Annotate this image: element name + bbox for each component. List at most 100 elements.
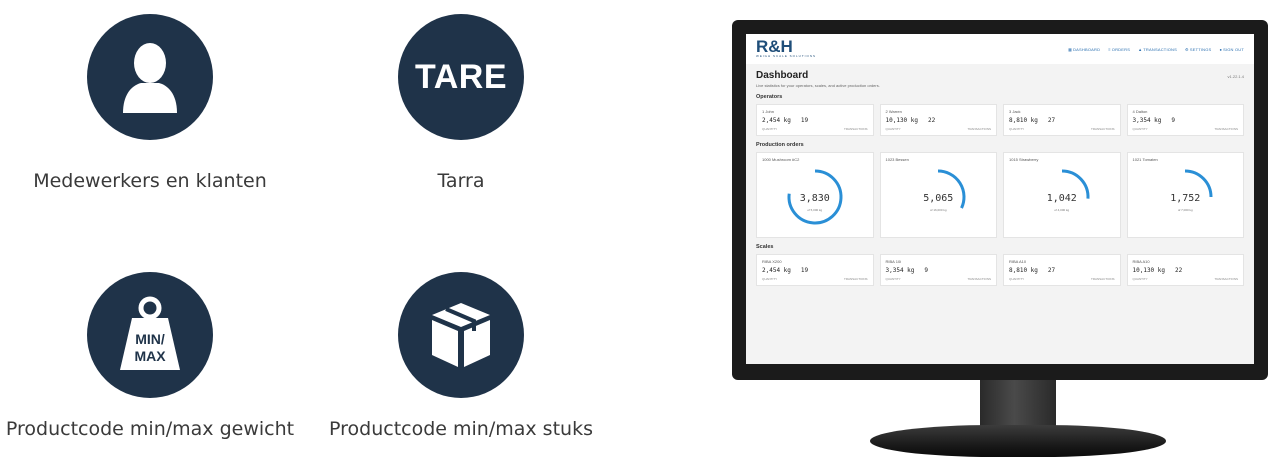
order-card[interactable]: 1015 Strawberry 1,042 of 4,000 kg [1003, 152, 1121, 238]
box-icon [398, 272, 524, 398]
scale-tx: 19 [800, 267, 809, 274]
topbar: R&H WEIGH SCALE SOLUTIONS ▦Dashboard ≡Or… [746, 34, 1254, 64]
tx-label: Transactions [967, 127, 991, 131]
operator-card[interactable]: 4 Dalton 3,354 kg 9 Quantity Transactions [1126, 104, 1244, 136]
nav-label: Transactions [1143, 46, 1178, 52]
nav-label: Dashboard [1073, 46, 1101, 52]
version-label: v1.22.1.4 [1227, 74, 1244, 79]
tx-label: Transactions [1214, 277, 1238, 281]
scale-tx: 27 [1047, 267, 1056, 274]
operators-row: 1 John 2,454 kg 19 Quantity Transactions 2… [756, 104, 1244, 136]
orders-title: Production orders [756, 142, 804, 148]
dashboard-content: Dashboard v1.22.1.4 Live statistics for … [746, 64, 1254, 292]
nav-label: Settings [1189, 46, 1212, 52]
feature-caption: Productcode min/max gewicht [5, 418, 295, 440]
page-title: Dashboard [756, 70, 809, 81]
operator-card[interactable]: 2 Warren 10,130 kg 22 Quantity Transaction… [879, 104, 997, 136]
order-target: of 5,000 kg [807, 208, 823, 212]
scale-tx: 9 [924, 267, 929, 274]
order-card[interactable]: 1023 Bessen 5,065 of 16,000 kg [879, 152, 997, 238]
order-target: of 16,000 kg [929, 208, 947, 212]
operator-tx: 22 [928, 117, 936, 124]
operator-name: 2 Warren [885, 109, 902, 114]
tx-label: Transactions [967, 277, 991, 281]
scale-name: RIBA A10 [1009, 259, 1027, 264]
scale-qty: 3,354 kg [885, 267, 915, 274]
operator-qty: 2,454 kg [762, 117, 791, 124]
nav-orders[interactable]: ≡Orders [1108, 47, 1130, 52]
order-name: 1000 Mushroom #C2 [762, 157, 800, 162]
nav-label: Orders [1111, 46, 1131, 52]
order-name: 1015 Strawberry [1009, 157, 1039, 162]
order-value: 3,830 [799, 193, 830, 204]
nav-settings[interactable]: ⚙Settings [1185, 47, 1211, 52]
order-value: 1,752 [1170, 193, 1201, 204]
qty-label: Quantity [1132, 277, 1148, 281]
weight-icon: MIN/ MAX [87, 272, 213, 398]
tare-icon: TARE [398, 14, 524, 140]
scale-name: RIBA X200 [762, 259, 782, 264]
operator-tx: 19 [800, 117, 809, 124]
weight-icon-min: MIN/ [135, 331, 165, 347]
operator-name: 4 Dalton [1132, 109, 1148, 114]
scale-name: RIBA 10i [885, 259, 902, 264]
scale-qty: 10,130 kg [1132, 267, 1166, 274]
operator-qty: 8,810 kg [1009, 117, 1038, 124]
monitor-base [870, 425, 1166, 457]
nav-dashboard[interactable]: ▦Dashboard [1068, 47, 1100, 52]
tx-label: Transactions [1214, 127, 1238, 131]
logo[interactable]: R&H WEIGH SCALE SOLUTIONS [756, 37, 816, 58]
logo-text: R&H [756, 37, 793, 56]
feature-employees: Medewerkers en klanten [0, 14, 300, 192]
dashboard-icon: ▦ [1068, 46, 1073, 52]
nav-sign-out[interactable]: ●Sign out [1219, 47, 1244, 52]
operator-qty: 3,354 kg [1132, 117, 1162, 124]
feature-caption: Productcode min/max stuks [329, 418, 593, 440]
operator-tx: 27 [1047, 117, 1056, 124]
operator-name: 3 Jack [1009, 109, 1021, 114]
feature-pieces-minmax: Productcode min/max stuks [311, 272, 611, 440]
qty-label: Quantity [762, 127, 778, 131]
monitor: R&H WEIGH SCALE SOLUTIONS ▦Dashboard ≡Or… [732, 20, 1268, 380]
user-icon: ● [1219, 46, 1223, 52]
top-nav: ▦Dashboard ≡Orders ▲Transactions ⚙Settin… [1068, 47, 1244, 52]
nav-label: Sign out [1223, 46, 1244, 52]
qty-label: Quantity [885, 127, 901, 131]
transactions-icon: ▲ [1138, 46, 1143, 52]
qty-label: Quantity [885, 277, 901, 281]
scale-qty: 8,810 kg [1009, 267, 1038, 274]
tx-label: Transactions [1090, 277, 1115, 281]
scale-tx: 22 [1175, 267, 1183, 274]
order-card[interactable]: 1000 Mushroom #C2 3,830 of 5,000 kg [756, 152, 874, 238]
feature-weight-minmax: MIN/ MAX Productcode min/max gewicht [0, 272, 300, 440]
nav-transactions[interactable]: ▲Transactions [1138, 47, 1177, 52]
orders-row: 1000 Mushroom #C2 3,830 of 5,000 kg 1023… [756, 152, 1244, 238]
scale-card[interactable]: RIBA A10 8,810 kg 27 Quantity Transactions [1003, 254, 1121, 286]
page-subtitle: Live statistics for your operators, scal… [756, 83, 880, 88]
tx-label: Transactions [843, 277, 868, 281]
dashboard-screen: R&H WEIGH SCALE SOLUTIONS ▦Dashboard ≡Or… [746, 34, 1254, 364]
scale-card[interactable]: RIBA A10 10,130 kg 22 Quantity Transaction… [1126, 254, 1244, 286]
settings-icon: ⚙ [1185, 46, 1189, 52]
orders-icon: ≡ [1108, 46, 1111, 52]
operator-tx: 9 [1171, 117, 1176, 124]
operator-name: 1 John [762, 109, 775, 114]
order-name: 1021 Tomaten [1132, 157, 1158, 162]
weight-icon-max: MAX [134, 348, 166, 364]
qty-label: Quantity [1009, 277, 1025, 281]
qty-label: Quantity [1009, 127, 1025, 131]
order-card[interactable]: 1021 Tomaten 1,752 of 7,000 kg [1126, 152, 1244, 238]
tx-label: Transactions [843, 127, 868, 131]
monitor-neck [980, 378, 1056, 430]
operators-title: Operators [756, 94, 783, 100]
scale-card[interactable]: RIBA 10i 3,354 kg 9 Quantity Transactions [879, 254, 997, 286]
tare-icon-label: TARE [414, 57, 508, 96]
scale-qty: 2,454 kg [762, 267, 791, 274]
operator-card[interactable]: 1 John 2,454 kg 19 Quantity Transactions [756, 104, 874, 136]
operator-card[interactable]: 3 Jack 8,810 kg 27 Quantity Transactions [1003, 104, 1121, 136]
order-target: of 4,000 kg [1054, 208, 1070, 212]
scales-row: RIBA X200 2,454 kg 19 Quantity Transaction… [756, 254, 1244, 286]
scales-title: Scales [756, 244, 774, 250]
qty-label: Quantity [762, 277, 778, 281]
scale-card[interactable]: RIBA X200 2,454 kg 19 Quantity Transaction… [756, 254, 874, 286]
